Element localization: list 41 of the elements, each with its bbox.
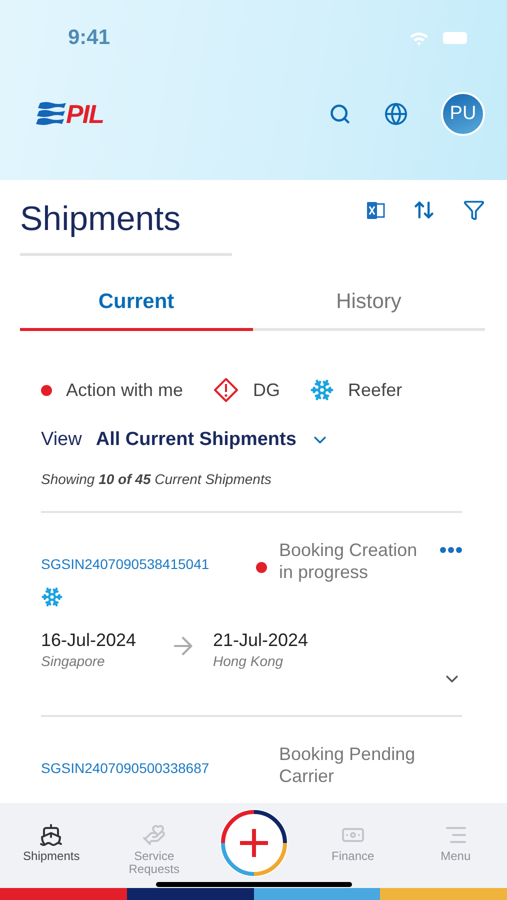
more-button[interactable]: [440, 547, 462, 553]
legend-label: Action with me: [66, 380, 184, 400]
tab[interactable]: Current: [20, 290, 252, 331]
shipment-id-link[interactable]: SGSIN2407090538415041: [41, 556, 256, 572]
ship-icon: [39, 823, 64, 847]
shipment-card[interactable]: SGSIN2407090500338687 Booking Pending Carrier: [41, 717, 462, 787]
waves-icon: [36, 101, 66, 127]
avatar[interactable]: PU: [441, 92, 485, 136]
shipment-status: Booking Creation in progress: [279, 539, 418, 583]
warning-diamond-icon: [213, 377, 240, 403]
nav-tab[interactable]: Shipments: [0, 823, 103, 863]
legend-label: DG: [253, 380, 280, 400]
page-title: Shipments: [20, 200, 232, 256]
view-label: View: [41, 429, 82, 451]
filter-button[interactable]: [463, 199, 485, 221]
nav-tab[interactable]: Menu: [404, 823, 507, 863]
tab[interactable]: History: [252, 290, 485, 331]
logo-text: PIL: [66, 98, 104, 130]
battery-icon: [443, 32, 467, 44]
shipment-card[interactable]: SGSIN2407090538415041 Booking Creation in progress 16-Jul-2024 Singapore 21-Jul-2024 Hong Kong: [41, 513, 462, 717]
globe-button[interactable]: [384, 102, 408, 126]
nav-tab[interactable]: Service Requests: [102, 823, 206, 876]
summary-text: Showing 10 of 45 Current Shipments: [41, 471, 462, 513]
status-dot-icon: [41, 384, 52, 396]
origin-port: Singapore: [41, 653, 106, 669]
search-button[interactable]: [329, 103, 351, 125]
spreadsheet-export-button[interactable]: [367, 202, 385, 218]
shipment-status: Booking Pending Carrier: [279, 743, 416, 787]
more-icon: [440, 547, 462, 553]
view-dropdown[interactable]: All Current Shipments: [96, 429, 330, 451]
wifi-icon: [409, 30, 429, 46]
departure-date: 16-Jul-2024: [41, 630, 138, 651]
destination-port: Hong Kong: [213, 653, 284, 669]
shipment-id-link[interactable]: SGSIN2407090500338687: [41, 760, 256, 776]
legend-label: Reefer: [348, 380, 402, 400]
snowflake-icon: [310, 378, 334, 402]
status-time: 9:41: [68, 26, 110, 50]
arrival-date: 21-Jul-2024: [213, 630, 310, 651]
nav-tab[interactable]: Finance: [302, 823, 404, 863]
sort-button[interactable]: [413, 199, 435, 221]
hand-heart-icon: [142, 823, 166, 847]
